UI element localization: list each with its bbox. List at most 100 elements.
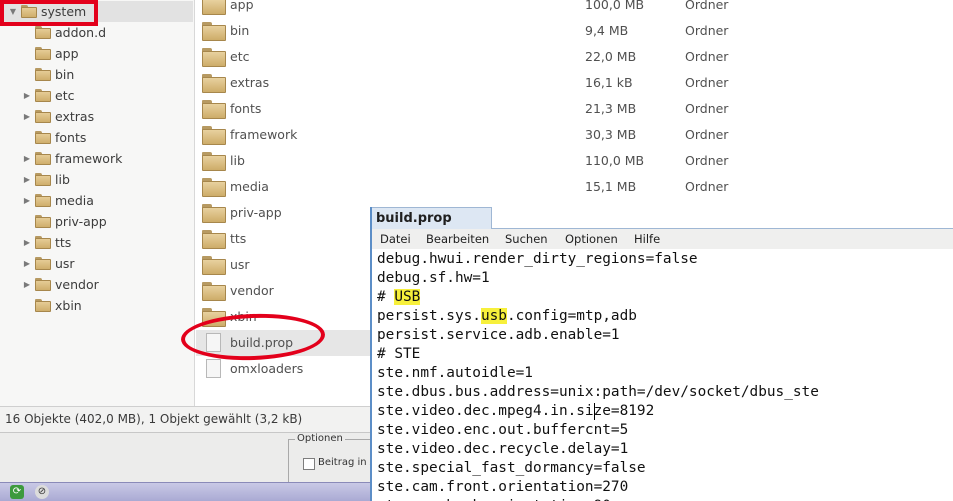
- folder-icon: [35, 47, 51, 60]
- tree-item-label: extras: [55, 109, 95, 124]
- folder-icon: [35, 152, 51, 165]
- file-row[interactable]: fonts 21,3 MB Ordner: [196, 96, 953, 122]
- file-size: 22,0 MB: [585, 49, 637, 64]
- file-row[interactable]: lib 110,0 MB Ordner: [196, 148, 953, 174]
- tree-item-xbin[interactable]: xbin: [0, 295, 193, 316]
- options-legend: Optionen: [295, 433, 345, 444]
- code-line: persist.sys.usb.config=mtp,adb: [377, 307, 637, 326]
- tree-item-etc[interactable]: ▶ etc: [0, 85, 193, 106]
- editor-text-area[interactable]: debug.hwui.render_dirty_regions=false deb…: [372, 249, 953, 501]
- tree-item-label: lib: [55, 172, 70, 187]
- chevron-right-icon[interactable]: ▶: [22, 259, 32, 268]
- folder-body: [35, 196, 51, 207]
- code-text: #: [377, 289, 395, 305]
- beitrag-checkbox[interactable]: [303, 458, 315, 470]
- tree-item-vendor[interactable]: ▶ vendor: [0, 274, 193, 295]
- folder-body: [35, 112, 51, 123]
- file-name: extras: [230, 75, 270, 90]
- status-bar: 16 Objekte (402,0 MB), 1 Objekt gewählt …: [0, 406, 380, 432]
- code-text: ste.video.dec.mpeg4.in.size=8192: [377, 403, 655, 419]
- file-name: app: [230, 0, 254, 12]
- text-editor-window: build.prop Datei Bearbeiten Suchen Optionen…: [370, 207, 953, 501]
- chevron-right-icon[interactable]: ▶: [22, 280, 32, 289]
- file-row[interactable]: bin 9,4 MB Ordner: [196, 18, 953, 44]
- folder-icon: [35, 89, 51, 102]
- folder-body: [35, 301, 51, 312]
- tree-item-media[interactable]: ▶ media: [0, 190, 193, 211]
- folder-icon: [202, 178, 226, 197]
- folder-icon: [202, 100, 226, 119]
- tree-item-bin[interactable]: bin: [0, 64, 193, 85]
- file-row[interactable]: app 100,0 MB Ordner: [196, 0, 953, 18]
- folder-body: [35, 70, 51, 81]
- folder-body: [35, 238, 51, 249]
- menu-suchen[interactable]: Suchen: [505, 232, 548, 246]
- file-name: framework: [230, 127, 298, 142]
- menu-optionen[interactable]: Optionen: [565, 232, 618, 246]
- tree-item-tts[interactable]: ▶ tts: [0, 232, 193, 253]
- folder-icon: [202, 256, 226, 275]
- file-name: usr: [230, 257, 250, 272]
- folder-body: [35, 154, 51, 165]
- tree-item-extras[interactable]: ▶ extras: [0, 106, 193, 127]
- file-size: 100,0 MB: [585, 0, 645, 12]
- file-row[interactable]: extras 16,1 kB Ordner: [196, 70, 953, 96]
- file-name: media: [230, 179, 269, 194]
- search-highlight: usb: [480, 308, 507, 324]
- folder-icon: [202, 230, 226, 249]
- tree-item-framework[interactable]: ▶ framework: [0, 148, 193, 169]
- file-type: Ordner: [685, 153, 729, 168]
- folder-icon: [35, 194, 51, 207]
- folder-body: [202, 181, 226, 197]
- file-row[interactable]: media 15,1 MB Ordner: [196, 174, 953, 200]
- screen: ▼ system addon.d app bin ▶ etc ▶ extras fonts ▶ fra…: [0, 0, 953, 501]
- file-row[interactable]: framework 30,3 MB Ordner: [196, 122, 953, 148]
- tree-item-label: usr: [55, 256, 75, 271]
- file-type: Ordner: [685, 75, 729, 90]
- tree-item-fonts[interactable]: fonts: [0, 127, 193, 148]
- editor-menubar: Datei Bearbeiten Suchen Optionen Hilfe: [372, 229, 953, 250]
- folder-icon: [35, 110, 51, 123]
- file-type: Ordner: [685, 127, 729, 142]
- file-size: 30,3 MB: [585, 127, 637, 142]
- folder-body: [202, 285, 226, 301]
- chevron-right-icon[interactable]: ▶: [22, 238, 32, 247]
- chevron-right-icon[interactable]: ▶: [22, 112, 32, 121]
- tree-item-label: priv-app: [55, 214, 107, 229]
- file-name: vendor: [230, 283, 274, 298]
- menu-hilfe[interactable]: Hilfe: [634, 232, 660, 246]
- tree-item-lib[interactable]: ▶ lib: [0, 169, 193, 190]
- file-type: Ordner: [685, 0, 729, 12]
- tree-item-label: media: [55, 193, 94, 208]
- code-text: persist.sys.: [377, 308, 481, 324]
- tree-item-label: app: [55, 46, 79, 61]
- file-name: lib: [230, 153, 245, 168]
- chevron-right-icon[interactable]: ▶: [22, 154, 32, 163]
- file-name: fonts: [230, 101, 262, 116]
- code-text: ste.dbus.bus.address=unix:path=/dev/sock…: [377, 384, 819, 400]
- menu-bearbeiten[interactable]: Bearbeiten: [426, 232, 489, 246]
- chevron-right-icon[interactable]: ▶: [22, 91, 32, 100]
- tree-item-label: addon.d: [55, 25, 107, 40]
- code-text: ste.video.dec.recycle.delay=1: [377, 441, 629, 457]
- file-type: Ordner: [685, 179, 729, 194]
- code-line: debug.sf.hw=1: [377, 269, 490, 288]
- folder-icon: [202, 152, 226, 171]
- chevron-right-icon[interactable]: ▶: [22, 196, 32, 205]
- block-icon[interactable]: ⊘: [35, 485, 49, 499]
- tree-item-usr[interactable]: ▶ usr: [0, 253, 193, 274]
- code-text: persist.service.adb.enable=1: [377, 327, 620, 343]
- tree-item-app[interactable]: app: [0, 43, 193, 64]
- file-row[interactable]: etc 22,0 MB Ordner: [196, 44, 953, 70]
- editor-tab-title[interactable]: build.prop: [372, 207, 492, 229]
- code-line: ste.video.dec.recycle.delay=1: [377, 440, 628, 459]
- folder-tree-sidebar: ▼ system addon.d app bin ▶ etc ▶ extras fonts ▶ fra…: [0, 0, 195, 406]
- folder-body: [35, 91, 51, 102]
- menu-datei[interactable]: Datei: [380, 232, 411, 246]
- tree-item-priv-app[interactable]: priv-app: [0, 211, 193, 232]
- refresh-icon[interactable]: ⟳: [10, 485, 24, 499]
- folder-icon: [202, 0, 226, 15]
- code-line: ste.cam.back.orientation=90: [377, 497, 611, 501]
- chevron-right-icon[interactable]: ▶: [22, 175, 32, 184]
- folder-icon: [35, 215, 51, 228]
